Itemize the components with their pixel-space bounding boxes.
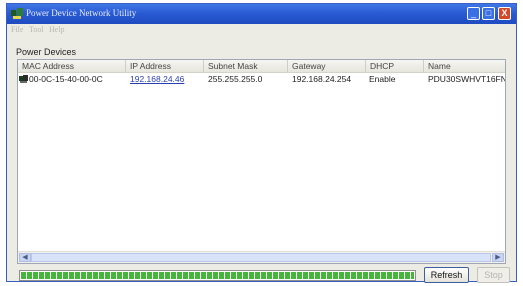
scroll-left-icon[interactable]: ◀ — [19, 253, 31, 262]
column-gateway[interactable]: Gateway — [288, 60, 366, 72]
menu-bar: File Tool Help — [7, 25, 516, 36]
power-device-icon — [19, 75, 28, 83]
scroll-thumb[interactable] — [31, 253, 491, 262]
power-device-icon — [11, 8, 23, 19]
progress-bar — [19, 270, 416, 281]
refresh-button[interactable]: Refresh — [424, 267, 469, 283]
cell-dhcp: Enable — [369, 74, 396, 84]
progress-fill — [21, 272, 414, 279]
column-ip-address[interactable]: IP Address — [126, 60, 204, 72]
app-window: Power Device Network Utility _ □ X File … — [6, 3, 517, 283]
cell-name: PDU30SWHVT16FNET — [428, 74, 506, 84]
table-row[interactable]: 00-0C-15-40-00-0C 192.168.24.46 255.255.… — [18, 74, 505, 85]
column-mac-address[interactable]: MAC Address — [18, 60, 126, 72]
scroll-right-icon[interactable]: ▶ — [492, 253, 504, 262]
column-dhcp[interactable]: DHCP — [366, 60, 424, 72]
power-devices-label: Power Devices — [16, 47, 77, 57]
device-list[interactable]: MAC Address IP Address Subnet Mask Gatew… — [17, 59, 506, 264]
menu-tool[interactable]: Tool — [29, 25, 44, 34]
menu-help[interactable]: Help — [49, 25, 65, 34]
stop-button[interactable]: Stop — [477, 267, 510, 283]
maximize-button[interactable]: □ — [482, 7, 495, 20]
cell-gateway: 192.168.24.254 — [292, 74, 352, 84]
column-name[interactable]: Name — [424, 60, 505, 72]
menu-file[interactable]: File — [11, 25, 23, 34]
cell-mac-address: 00-0C-15-40-00-0C — [29, 74, 103, 84]
window-title: Power Device Network Utility — [26, 8, 137, 18]
column-subnet-mask[interactable]: Subnet Mask — [204, 60, 288, 72]
horizontal-scrollbar[interactable]: ◀ ▶ — [18, 251, 505, 263]
cell-ip-address-link[interactable]: 192.168.24.46 — [130, 74, 184, 85]
list-header: MAC Address IP Address Subnet Mask Gatew… — [18, 60, 505, 73]
cell-subnet-mask: 255.255.255.0 — [208, 74, 263, 84]
minimize-button[interactable]: _ — [467, 7, 480, 20]
close-button[interactable]: X — [498, 7, 511, 20]
title-bar[interactable]: Power Device Network Utility _ □ X — [7, 4, 516, 24]
